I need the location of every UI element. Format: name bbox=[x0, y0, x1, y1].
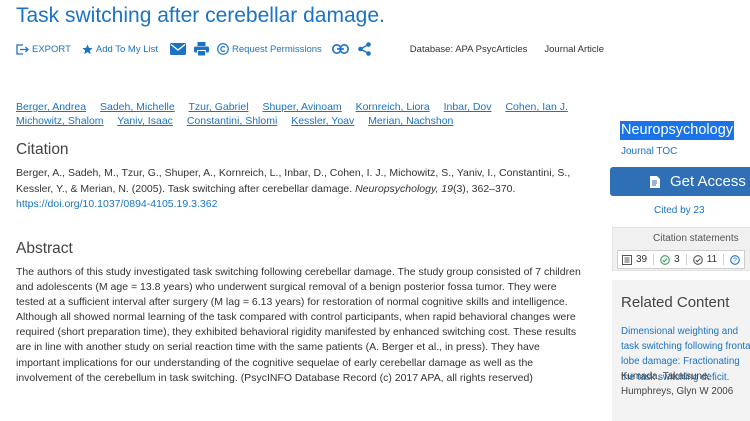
related-content-heading: Related Content bbox=[621, 294, 730, 311]
journal-name[interactable]: Neuropsychology bbox=[620, 121, 735, 140]
add-to-list-label: Add To My List bbox=[95, 43, 159, 55]
author-link[interactable]: Kessler, Yoav bbox=[291, 115, 354, 127]
related-article-meta: Kumada, Takatsune; Humphreys, Glyn W 200… bbox=[621, 371, 734, 398]
journal-toc-link[interactable]: Journal TOC bbox=[621, 146, 677, 157]
abstract-text: The authors of this study investigated t… bbox=[16, 266, 581, 384]
document-icon bbox=[650, 175, 660, 188]
article-type-label: Journal Article bbox=[544, 43, 605, 55]
get-access-label: Get Access bbox=[670, 173, 746, 190]
request-permissions-label: Request Permissions bbox=[232, 43, 322, 55]
citation-journal: Neuropsychology, 19 bbox=[355, 182, 453, 195]
total-count: 39 bbox=[636, 254, 648, 265]
email-icon bbox=[170, 43, 187, 55]
share-button[interactable] bbox=[357, 42, 371, 56]
author-link[interactable]: Berger, Andrea bbox=[16, 101, 86, 113]
mentioning-count: 11 bbox=[706, 254, 718, 265]
author-link[interactable]: Yaniv, Isaac bbox=[117, 115, 173, 127]
author-link[interactable]: Michowitz, Shalom bbox=[16, 115, 104, 127]
article-title: Task switching after cerebellar damage. bbox=[16, 4, 385, 27]
get-access-button[interactable]: Get Access bbox=[610, 167, 750, 196]
citation-statements-counts[interactable]: 39 3 11 ? bbox=[617, 250, 746, 269]
share-icon bbox=[357, 42, 371, 56]
add-to-list-button[interactable]: Add To My List bbox=[82, 44, 158, 55]
mentioning-statements[interactable]: 11 bbox=[692, 254, 718, 265]
export-label: EXPORT bbox=[32, 43, 71, 55]
mentioning-icon bbox=[692, 254, 703, 265]
divider bbox=[723, 254, 725, 265]
link-icon bbox=[331, 44, 349, 54]
supporting-check-icon bbox=[660, 254, 670, 265]
author-link[interactable]: Tzur, Gabriel bbox=[188, 101, 248, 113]
print-button[interactable] bbox=[194, 42, 210, 56]
author-list: Berger, Andrea Sadeh, Michelle Tzur, Gab… bbox=[16, 100, 588, 128]
author-link[interactable]: Merian, Nachshon bbox=[368, 115, 453, 127]
email-button[interactable] bbox=[170, 43, 187, 55]
question-icon: ? bbox=[730, 254, 740, 265]
author-link[interactable]: Shuper, Avinoam bbox=[262, 101, 341, 113]
copyright-icon bbox=[217, 43, 229, 55]
export-button[interactable]: EXPORT bbox=[16, 44, 71, 55]
citation-heading: Citation bbox=[16, 141, 69, 158]
export-icon bbox=[16, 43, 29, 55]
doi-link[interactable]: https://doi.org/10.1037/0894-4105.19.3.3… bbox=[16, 198, 217, 210]
copy-link-button[interactable] bbox=[331, 44, 349, 54]
supporting-statements[interactable]: 3 bbox=[660, 254, 680, 265]
author-link[interactable]: Constantini, Shlomi bbox=[187, 115, 277, 127]
citation-issue: (3), 362–370. bbox=[452, 182, 516, 195]
database-label: Database: APA PsycArticles bbox=[409, 43, 528, 55]
list-icon bbox=[622, 254, 632, 265]
author-link[interactable]: Kornreich, Liora bbox=[356, 101, 430, 113]
citation-statements-header: Citation statements bbox=[653, 233, 739, 244]
divider bbox=[685, 254, 687, 265]
author-link[interactable]: Inbar, Dov bbox=[444, 101, 492, 113]
total-statements[interactable]: 39 bbox=[622, 254, 647, 265]
supporting-count: 3 bbox=[674, 254, 680, 265]
abstract-heading: Abstract bbox=[16, 240, 73, 257]
cited-by-link[interactable]: Cited by 23 bbox=[654, 205, 705, 216]
author-link[interactable]: Cohen, Ian J. bbox=[505, 101, 567, 113]
author-link[interactable]: Sadeh, Michelle bbox=[100, 101, 175, 113]
article-toolbar: EXPORT Add To My List Request Permission… bbox=[16, 40, 604, 58]
print-icon bbox=[194, 42, 210, 56]
star-icon bbox=[82, 43, 93, 54]
citation-text: Berger, A., Sadeh, M., Tzur, G., Shuper,… bbox=[16, 166, 586, 213]
divider bbox=[653, 254, 655, 265]
svg-text:?: ? bbox=[733, 257, 737, 264]
help-button[interactable]: ? bbox=[730, 254, 740, 265]
request-permissions-button[interactable]: Request Permissions bbox=[217, 43, 322, 55]
